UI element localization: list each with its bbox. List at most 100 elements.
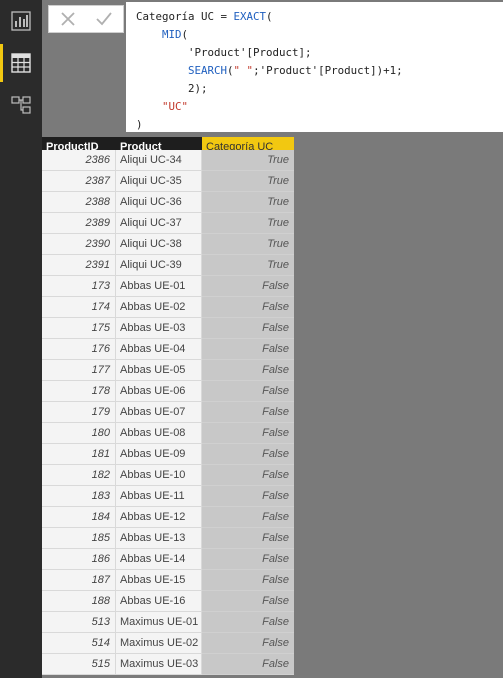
cell-product[interactable]: Abbas UE-05: [116, 360, 202, 381]
cell-productid[interactable]: 187: [42, 570, 116, 591]
cell-productid[interactable]: 188: [42, 591, 116, 612]
table-row[interactable]: 182 Abbas UE-10 False: [42, 465, 294, 486]
cell-productid[interactable]: 515: [42, 654, 116, 675]
cell-product[interactable]: Abbas UE-13: [116, 528, 202, 549]
cell-productid[interactable]: 186: [42, 549, 116, 570]
cell-product[interactable]: Abbas UE-03: [116, 318, 202, 339]
cell-product[interactable]: Abbas UE-10: [116, 465, 202, 486]
cell-categoria-uc[interactable]: False: [202, 654, 294, 675]
table-row[interactable]: 179 Abbas UE-07 False: [42, 402, 294, 423]
table-row[interactable]: 2386 Aliqui UC-34 True: [42, 150, 294, 171]
cell-productid[interactable]: 181: [42, 444, 116, 465]
table-row[interactable]: 180 Abbas UE-08 False: [42, 423, 294, 444]
cell-productid[interactable]: 513: [42, 612, 116, 633]
cell-productid[interactable]: 176: [42, 339, 116, 360]
cell-categoria-uc[interactable]: False: [202, 591, 294, 612]
cancel-button[interactable]: [57, 9, 79, 29]
cell-productid[interactable]: 184: [42, 507, 116, 528]
cell-categoria-uc[interactable]: False: [202, 486, 294, 507]
formula-editor[interactable]: Categoría UC = EXACT( MID( 'Product'[Pro…: [126, 2, 503, 132]
cell-categoria-uc[interactable]: False: [202, 633, 294, 654]
table-row[interactable]: 185 Abbas UE-13 False: [42, 528, 294, 549]
cell-productid[interactable]: 2390: [42, 234, 116, 255]
table-row[interactable]: 2387 Aliqui UC-35 True: [42, 171, 294, 192]
cell-product[interactable]: Aliqui UC-38: [116, 234, 202, 255]
cell-productid[interactable]: 180: [42, 423, 116, 444]
cell-productid[interactable]: 2391: [42, 255, 116, 276]
cell-categoria-uc[interactable]: False: [202, 402, 294, 423]
cell-categoria-uc[interactable]: False: [202, 570, 294, 591]
cell-categoria-uc[interactable]: False: [202, 423, 294, 444]
cell-categoria-uc[interactable]: False: [202, 360, 294, 381]
commit-button[interactable]: [93, 9, 115, 29]
table-row[interactable]: 178 Abbas UE-06 False: [42, 381, 294, 402]
cell-categoria-uc[interactable]: True: [202, 213, 294, 234]
cell-categoria-uc[interactable]: False: [202, 318, 294, 339]
table-row[interactable]: 2388 Aliqui UC-36 True: [42, 192, 294, 213]
cell-product[interactable]: Abbas UE-15: [116, 570, 202, 591]
cell-product[interactable]: Abbas UE-16: [116, 591, 202, 612]
table-row[interactable]: 176 Abbas UE-04 False: [42, 339, 294, 360]
cell-productid[interactable]: 2388: [42, 192, 116, 213]
cell-product[interactable]: Abbas UE-14: [116, 549, 202, 570]
table-row[interactable]: 2391 Aliqui UC-39 True: [42, 255, 294, 276]
cell-product[interactable]: Abbas UE-02: [116, 297, 202, 318]
cell-categoria-uc[interactable]: False: [202, 507, 294, 528]
table-row[interactable]: 187 Abbas UE-15 False: [42, 570, 294, 591]
cell-product[interactable]: Maximus UE-03: [116, 654, 202, 675]
table-row[interactable]: 514 Maximus UE-02 False: [42, 633, 294, 654]
cell-product[interactable]: Abbas UE-08: [116, 423, 202, 444]
cell-product[interactable]: Aliqui UC-34: [116, 150, 202, 171]
cell-product[interactable]: Abbas UE-11: [116, 486, 202, 507]
cell-categoria-uc[interactable]: True: [202, 192, 294, 213]
cell-categoria-uc[interactable]: True: [202, 255, 294, 276]
cell-productid[interactable]: 185: [42, 528, 116, 549]
cell-categoria-uc[interactable]: False: [202, 339, 294, 360]
report-view-button[interactable]: [0, 0, 42, 42]
cell-productid[interactable]: 182: [42, 465, 116, 486]
cell-categoria-uc[interactable]: False: [202, 381, 294, 402]
cell-categoria-uc[interactable]: False: [202, 465, 294, 486]
cell-categoria-uc[interactable]: False: [202, 297, 294, 318]
cell-productid[interactable]: 177: [42, 360, 116, 381]
cell-productid[interactable]: 2386: [42, 150, 116, 171]
cell-categoria-uc[interactable]: False: [202, 549, 294, 570]
cell-product[interactable]: Abbas UE-04: [116, 339, 202, 360]
cell-productid[interactable]: 514: [42, 633, 116, 654]
cell-product[interactable]: Abbas UE-06: [116, 381, 202, 402]
cell-product[interactable]: Aliqui UC-35: [116, 171, 202, 192]
cell-categoria-uc[interactable]: True: [202, 234, 294, 255]
cell-productid[interactable]: 2389: [42, 213, 116, 234]
table-row[interactable]: 175 Abbas UE-03 False: [42, 318, 294, 339]
table-row[interactable]: 515 Maximus UE-03 False: [42, 654, 294, 675]
cell-productid[interactable]: 173: [42, 276, 116, 297]
table-row[interactable]: 188 Abbas UE-16 False: [42, 591, 294, 612]
table-row[interactable]: 183 Abbas UE-11 False: [42, 486, 294, 507]
cell-productid[interactable]: 178: [42, 381, 116, 402]
table-row[interactable]: 174 Abbas UE-02 False: [42, 297, 294, 318]
table-row[interactable]: 184 Abbas UE-12 False: [42, 507, 294, 528]
cell-categoria-uc[interactable]: True: [202, 171, 294, 192]
cell-categoria-uc[interactable]: False: [202, 612, 294, 633]
table-row[interactable]: 2390 Aliqui UC-38 True: [42, 234, 294, 255]
cell-categoria-uc[interactable]: False: [202, 444, 294, 465]
cell-productid[interactable]: 179: [42, 402, 116, 423]
cell-productid[interactable]: 2387: [42, 171, 116, 192]
cell-product[interactable]: Abbas UE-12: [116, 507, 202, 528]
table-row[interactable]: 2389 Aliqui UC-37 True: [42, 213, 294, 234]
cell-product[interactable]: Aliqui UC-37: [116, 213, 202, 234]
cell-categoria-uc[interactable]: False: [202, 276, 294, 297]
cell-product[interactable]: Abbas UE-09: [116, 444, 202, 465]
formula-text[interactable]: Categoría UC = EXACT( MID( 'Product'[Pro…: [126, 2, 503, 140]
cell-product[interactable]: Maximus UE-02: [116, 633, 202, 654]
cell-categoria-uc[interactable]: True: [202, 150, 294, 171]
data-view-button[interactable]: [0, 42, 42, 84]
table-row[interactable]: 177 Abbas UE-05 False: [42, 360, 294, 381]
table-row[interactable]: 513 Maximus UE-01 False: [42, 612, 294, 633]
relationships-view-button[interactable]: [0, 84, 42, 126]
cell-productid[interactable]: 174: [42, 297, 116, 318]
cell-product[interactable]: Maximus UE-01: [116, 612, 202, 633]
cell-product[interactable]: Aliqui UC-36: [116, 192, 202, 213]
cell-productid[interactable]: 175: [42, 318, 116, 339]
cell-categoria-uc[interactable]: False: [202, 528, 294, 549]
